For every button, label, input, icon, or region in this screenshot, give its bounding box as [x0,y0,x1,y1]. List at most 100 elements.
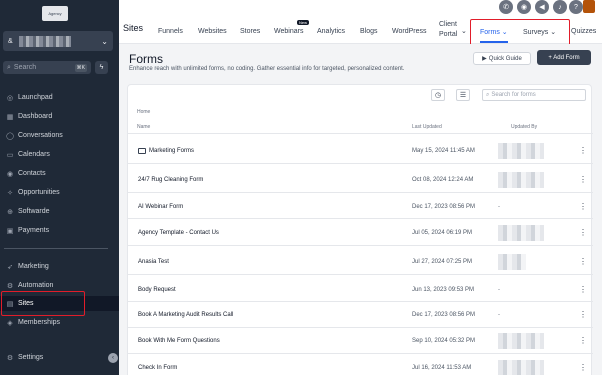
row-date: Jul 16, 2024 11:53 AM [412,365,472,371]
rocket-icon: ◎ [6,94,14,102]
sidebar-item-contacts[interactable]: ◉ Contacts [0,166,119,181]
table-row[interactable]: Agency Template - Contact Us Jul 05, 202… [128,222,593,245]
help-icon: ? [574,3,578,11]
sidebar-item-memberships[interactable]: ◈ Memberships [0,315,119,330]
tab-wordpress[interactable]: WordPress [392,28,427,35]
row-name[interactable]: Book A Marketing Audit Results Call [138,312,233,318]
sidebar-item-label: Payments [18,227,50,234]
table-header-divider [128,133,593,134]
table-row[interactable]: Book With Me Form Questions Sep 10, 2024… [128,330,593,353]
quick-actions-button[interactable]: ϟ [95,61,108,74]
clock-icon: ◷ [434,92,442,99]
sidebar-item-software[interactable]: ⊕ Softwarde [0,204,119,219]
memberships-icon: ◈ [7,319,13,327]
announcements-button[interactable]: ◀ [535,0,549,14]
forms-search-input[interactable]: ⌕ Search for forms [482,89,586,101]
company-logo[interactable]: Agency [42,6,68,21]
row-name[interactable]: AI Webinar Form [138,204,183,210]
tab-webinars[interactable]: Webinars [274,28,303,35]
row-date: Sep 10, 2024 05:32 PM [412,338,476,344]
calendar-icon: ▭ [6,151,14,159]
sidebar-item-launchpad[interactable]: ◎ Launchpad [0,90,119,105]
table-row[interactable]: AI Webinar Form Dec 17, 2023 08:56 PM - … [128,196,593,219]
column-header-last-updated[interactable]: Last Updated [412,124,442,130]
chat-icon: ◉ [520,4,528,11]
row-name[interactable]: Book With Me Form Questions [138,338,220,344]
table-row[interactable]: Body Request Jun 13, 2023 09:53 PM - ⋮ [128,279,593,302]
table-row[interactable]: Book A Marketing Audit Results Call Dec … [128,304,593,327]
video-icon: ▶ [482,56,487,62]
tab-stores[interactable]: Stores [240,28,260,35]
row-divider [128,301,593,302]
row-name[interactable]: Agency Template - Contact Us [138,230,219,236]
list-view-button[interactable]: ☰ [456,89,470,101]
row-name: Marketing Forms [138,148,194,154]
account-switcher[interactable]: & ⌄ [3,31,113,51]
tab-analytics[interactable]: Analytics [317,28,345,35]
row-name[interactable]: 24/7 Rug Cleaning Form [138,177,203,183]
phone-button[interactable]: ✆ [499,0,513,14]
folder-icon [138,148,146,154]
bell-icon: ♪ [558,3,562,11]
table-row[interactable]: Anasia Test Jul 27, 2024 07:25 PM ⋮ [128,251,593,274]
column-header-name[interactable]: Name [137,124,150,130]
more-options-icon[interactable]: ⋮ [579,146,587,155]
section-title: Sites [123,23,144,33]
updated-by-redacted [498,225,544,241]
sidebar-item-label: Launchpad [18,94,53,101]
forms-surveys-highlight-box [470,19,570,47]
updated-by-redacted [498,143,544,159]
row-name-text[interactable]: Marketing Forms [149,148,194,154]
tab-websites[interactable]: Websites [198,28,227,35]
sidebar-item-dashboard[interactable]: ▦ Dashboard [0,109,119,124]
chat-button[interactable]: ◉ [517,0,531,14]
sidebar-item-opportunities[interactable]: ✧ Opportunities [0,185,119,200]
sidebar-item-settings[interactable]: ⚙ Settings [0,350,119,365]
row-name[interactable]: Check In Form [138,365,177,371]
tab-client-portal[interactable]: Client Portal [439,20,461,40]
sidebar-item-conversations[interactable]: ◯ Conversations [0,128,119,143]
more-options-icon[interactable]: ⋮ [579,228,587,237]
help-button[interactable]: ? [569,0,583,14]
search-placeholder: Search for forms [491,92,536,98]
tab-blogs[interactable]: Blogs [360,28,378,35]
more-options-icon[interactable]: ⋮ [579,336,587,345]
chevron-down-icon: ⌄ [461,28,467,35]
more-options-icon[interactable]: ⋮ [579,285,587,294]
tab-quizzes[interactable]: Quizzes [571,28,596,35]
table-row[interactable]: Check In Form Jul 16, 2024 11:53 AM ⋮ [128,357,593,375]
main-content: Forms Enhance reach with unlimited forms… [119,44,602,375]
user-avatar[interactable] [583,0,595,13]
row-date: Jul 05, 2024 06:19 PM [412,230,473,236]
more-options-icon[interactable]: ⋮ [579,257,587,266]
updated-by-redacted [498,172,544,188]
quick-guide-button[interactable]: ▶ Quick Guide [473,52,531,65]
history-button[interactable]: ◷ [431,89,445,101]
sidebar-item-payments[interactable]: ▣ Payments [0,223,119,238]
page-subtitle: Enhance reach with unlimited forms, no c… [129,66,405,72]
sidebar-search[interactable]: ⌕ Search ⌘K [3,61,91,74]
sites-highlight-box [1,291,85,316]
sidebar-item-calendars[interactable]: ▭ Calendars [0,147,119,162]
table-row[interactable]: Marketing Forms May 15, 2024 11:45 AM ⋮ [128,140,593,163]
row-date: Jul 27, 2024 07:25 PM [412,259,473,265]
more-options-icon[interactable]: ⋮ [579,363,587,372]
search-shortcut: ⌘K [74,63,87,72]
add-form-button[interactable]: + Add Form [537,50,591,65]
more-options-icon[interactable]: ⋮ [579,202,587,211]
chevron-left-icon: ‹ [112,355,114,361]
row-divider [128,192,593,193]
sidebar-item-marketing[interactable]: ➶ Marketing [0,259,119,274]
sidebar-item-label: Calendars [18,151,50,158]
account-name-redacted [18,35,71,47]
row-name[interactable]: Body Request [138,287,176,293]
row-name[interactable]: Anasia Test [138,259,169,265]
breadcrumb[interactable]: Home [137,109,150,115]
collapse-sidebar-button[interactable]: ‹ [108,353,118,363]
tab-funnels[interactable]: Funnels [158,28,183,35]
notifications-button[interactable]: ♪ [553,0,567,14]
table-row[interactable]: 24/7 Rug Cleaning Form Oct 08, 2024 12:2… [128,169,593,192]
more-options-icon[interactable]: ⋮ [579,175,587,184]
software-icon: ⊕ [7,208,13,216]
more-options-icon[interactable]: ⋮ [579,310,587,319]
